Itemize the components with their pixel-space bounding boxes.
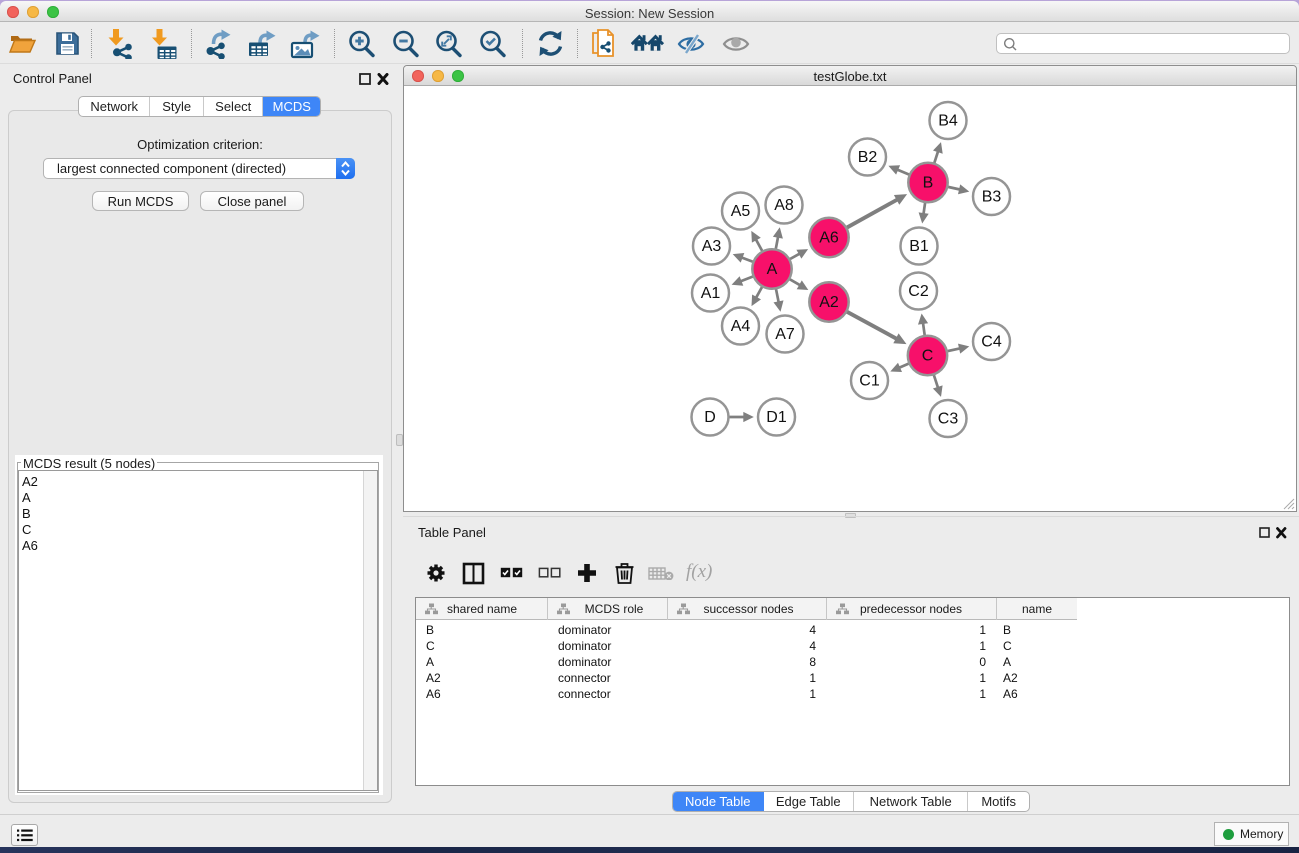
svg-text:B3: B3 — [982, 189, 1002, 206]
svg-text:A8: A8 — [774, 197, 794, 214]
svg-text:A7: A7 — [775, 326, 795, 343]
svg-text:A: A — [767, 261, 778, 278]
svg-text:C3: C3 — [938, 411, 959, 428]
svg-text:A5: A5 — [731, 203, 751, 220]
svg-text:C2: C2 — [908, 283, 929, 300]
svg-text:A4: A4 — [731, 318, 751, 335]
svg-text:D: D — [704, 409, 716, 426]
svg-text:C1: C1 — [859, 373, 880, 390]
svg-text:C: C — [922, 348, 934, 365]
svg-text:A2: A2 — [819, 294, 839, 311]
svg-text:C4: C4 — [981, 334, 1002, 351]
svg-text:A1: A1 — [701, 285, 721, 302]
svg-text:B4: B4 — [938, 113, 958, 130]
svg-text:A3: A3 — [702, 238, 722, 255]
svg-text:B1: B1 — [909, 238, 929, 255]
svg-text:B: B — [923, 175, 934, 192]
svg-text:B2: B2 — [858, 149, 878, 166]
svg-text:A6: A6 — [819, 230, 839, 247]
svg-text:D1: D1 — [766, 409, 787, 426]
